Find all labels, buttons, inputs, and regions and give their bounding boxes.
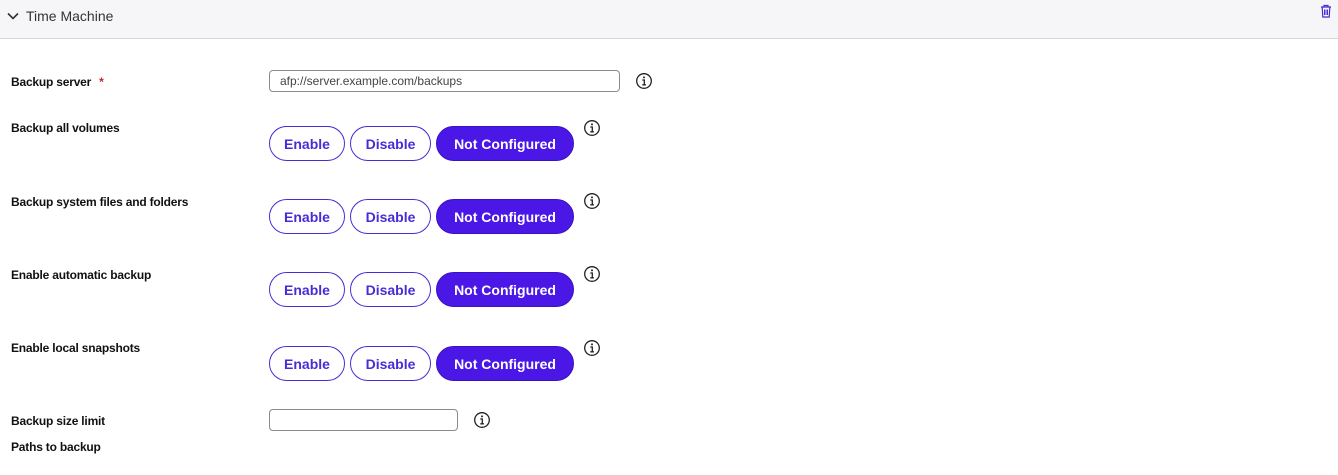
info-icon[interactable] bbox=[583, 265, 601, 283]
backup-size-limit-label: Backup size limit bbox=[11, 414, 105, 428]
enable-local-snapshots-label: Enable local snapshots bbox=[11, 341, 140, 355]
not-configured-button[interactable]: Not Configured bbox=[436, 272, 574, 307]
info-icon[interactable] bbox=[583, 192, 601, 210]
backup-system-files-label: Backup system files and folders bbox=[11, 195, 189, 209]
chevron-down-icon[interactable] bbox=[6, 9, 20, 23]
info-icon[interactable] bbox=[473, 411, 491, 429]
paths-to-backup-label: Paths to backup bbox=[11, 440, 101, 454]
enable-button[interactable]: Enable bbox=[269, 126, 345, 161]
enable-button[interactable]: Enable bbox=[269, 346, 345, 381]
backup-size-limit-input[interactable] bbox=[269, 409, 458, 431]
disable-button[interactable]: Disable bbox=[350, 346, 431, 381]
backup-server-label-text: Backup server bbox=[11, 75, 92, 89]
backup-server-label: Backup server * bbox=[11, 75, 104, 89]
enable-automatic-backup-label: Enable automatic backup bbox=[11, 268, 152, 282]
required-marker: * bbox=[99, 75, 104, 89]
not-configured-button[interactable]: Not Configured bbox=[436, 346, 574, 381]
info-icon[interactable] bbox=[583, 119, 601, 137]
enable-button[interactable]: Enable bbox=[269, 199, 345, 234]
disable-button[interactable]: Disable bbox=[350, 126, 431, 161]
trash-icon[interactable] bbox=[1318, 3, 1334, 19]
not-configured-button[interactable]: Not Configured bbox=[436, 126, 574, 161]
section-title: Time Machine bbox=[26, 8, 114, 24]
info-icon[interactable] bbox=[583, 339, 601, 357]
disable-button[interactable]: Disable bbox=[350, 199, 431, 234]
info-icon[interactable] bbox=[635, 72, 653, 90]
not-configured-button[interactable]: Not Configured bbox=[436, 199, 574, 234]
disable-button[interactable]: Disable bbox=[350, 272, 431, 307]
backup-all-volumes-label: Backup all volumes bbox=[11, 121, 120, 135]
section-header: Time Machine bbox=[0, 0, 1338, 39]
backup-server-input[interactable] bbox=[269, 70, 620, 92]
enable-button[interactable]: Enable bbox=[269, 272, 345, 307]
